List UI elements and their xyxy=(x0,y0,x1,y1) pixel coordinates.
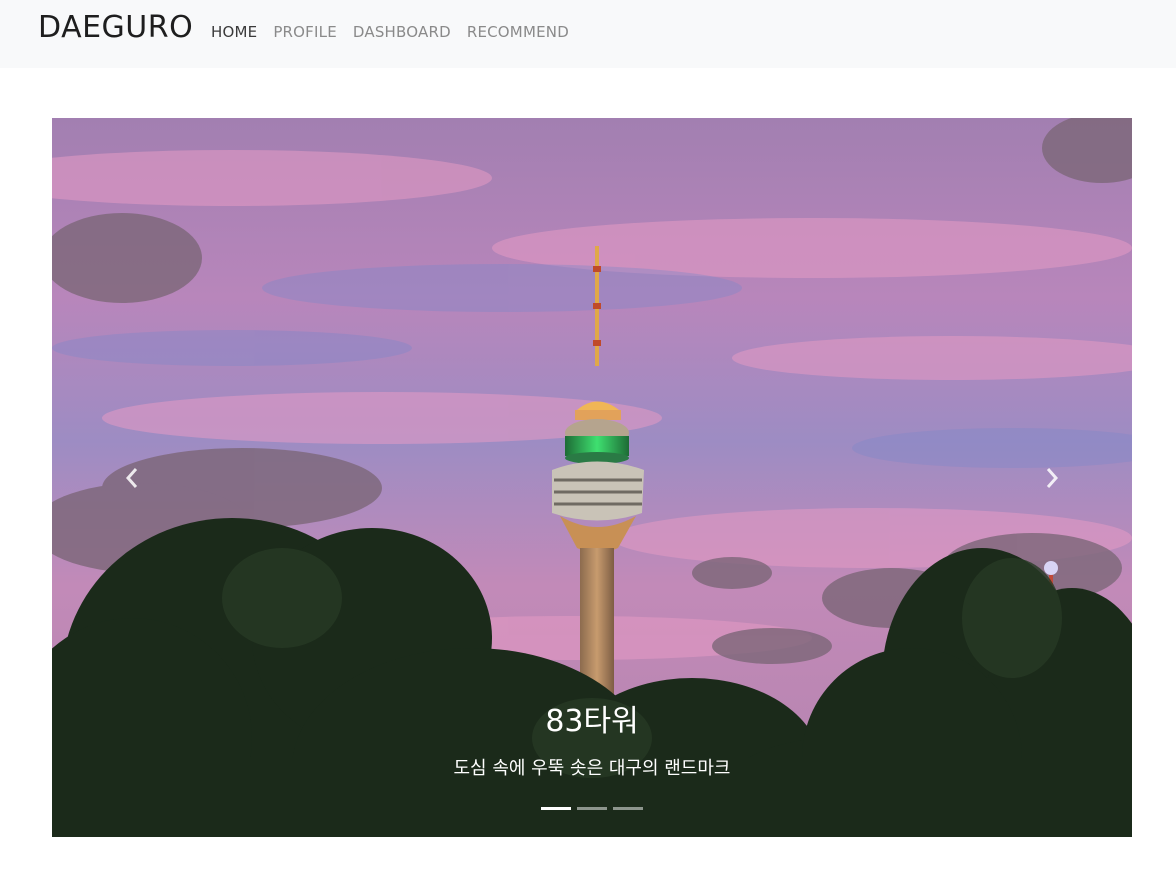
chevron-left-icon xyxy=(125,468,138,488)
carousel-prev-button[interactable] xyxy=(112,458,152,498)
chevron-right-icon xyxy=(1046,468,1059,488)
navbar: DAEGURO HOME PROFILE DASHBOARD RECOMMEND xyxy=(0,0,1176,68)
carousel-indicator-1[interactable] xyxy=(541,807,571,810)
carousel-caption-title: 83타워 xyxy=(545,704,639,739)
nav-links: HOME PROFILE DASHBOARD RECOMMEND xyxy=(211,22,585,42)
carousel-next-button[interactable] xyxy=(1032,458,1072,498)
image-carousel: 83타워 도심 속에 우뚝 솟은 대구의 랜드마크 xyxy=(52,118,1132,837)
carousel-indicator-2[interactable] xyxy=(577,807,607,810)
nav-link-profile[interactable]: PROFILE xyxy=(273,22,337,42)
brand-logo[interactable]: DAEGURO xyxy=(38,10,193,46)
nav-link-recommend[interactable]: RECOMMEND xyxy=(467,22,569,42)
nav-link-home[interactable]: HOME xyxy=(211,22,257,42)
carousel-caption-text: 도심 속에 우뚝 솟은 대구의 랜드마크 xyxy=(453,758,731,779)
nav-link-dashboard[interactable]: DASHBOARD xyxy=(353,22,451,42)
carousel-indicators xyxy=(541,807,643,810)
carousel-indicator-3[interactable] xyxy=(613,807,643,810)
